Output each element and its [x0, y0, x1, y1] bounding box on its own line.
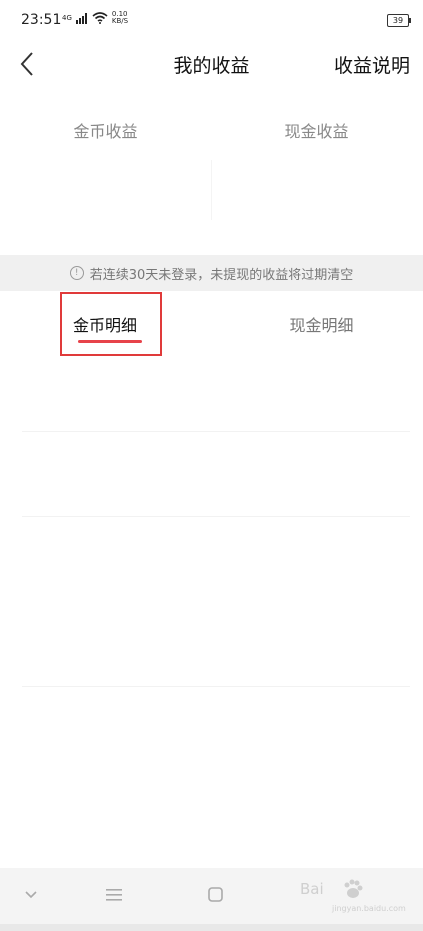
- nav-menu-icon[interactable]: [106, 888, 122, 902]
- tab-cash-details[interactable]: 现金明细: [216, 312, 423, 336]
- wifi-icon: [92, 12, 108, 24]
- list-divider: [22, 686, 410, 687]
- watermark-url: jingyan.baidu.com: [332, 904, 406, 913]
- nav-home-icon[interactable]: [208, 887, 223, 902]
- signal-icon: [75, 12, 87, 24]
- status-icons: 4G 0.10 KB/S: [62, 11, 128, 25]
- info-icon: !: [69, 266, 84, 280]
- watermark-text: Bai: [300, 880, 324, 898]
- battery-icon: 39: [387, 14, 411, 27]
- list-divider: [22, 431, 410, 432]
- baidu-watermark: Bai jingyan.baidu.com: [300, 878, 410, 918]
- list-divider: [22, 516, 410, 517]
- nav-bar: 我的收益 收益说明: [0, 42, 423, 86]
- status-time: 23:51: [21, 12, 62, 28]
- baidu-paw-icon: [344, 879, 363, 898]
- active-tab-indicator: [78, 340, 142, 343]
- cash-earnings-label[interactable]: 现金收益: [211, 118, 422, 142]
- expiry-notice: ! 若连续30天未登录，未提现的收益将过期清空: [0, 255, 423, 291]
- coin-earnings-label[interactable]: 金币收益: [0, 118, 211, 142]
- net-speed: 0.10 KB/S: [112, 11, 128, 25]
- battery-level: 39: [392, 16, 404, 25]
- nav-down-icon[interactable]: [24, 890, 38, 900]
- expiry-notice-text: 若连续30天未登录，未提现的收益将过期清空: [89, 267, 354, 283]
- status-bar: 23:51 4G 0.10 KB/S 39: [0, 0, 423, 42]
- detail-tabs: 金币明细 现金明细: [0, 292, 423, 356]
- back-arrow-icon[interactable]: [18, 50, 38, 78]
- bottom-edge: [0, 924, 423, 931]
- earnings-summary: 金币收益 现金收益: [0, 100, 423, 250]
- system-nav-bar: Bai jingyan.baidu.com: [0, 868, 423, 924]
- net-speed-unit: KB/S: [111, 17, 129, 25]
- earnings-explanation-link[interactable]: 收益说明: [334, 51, 410, 78]
- summary-divider: [211, 160, 212, 220]
- tab-coin-details[interactable]: 金币明细: [5, 312, 205, 336]
- network-type: 4G: [62, 13, 72, 22]
